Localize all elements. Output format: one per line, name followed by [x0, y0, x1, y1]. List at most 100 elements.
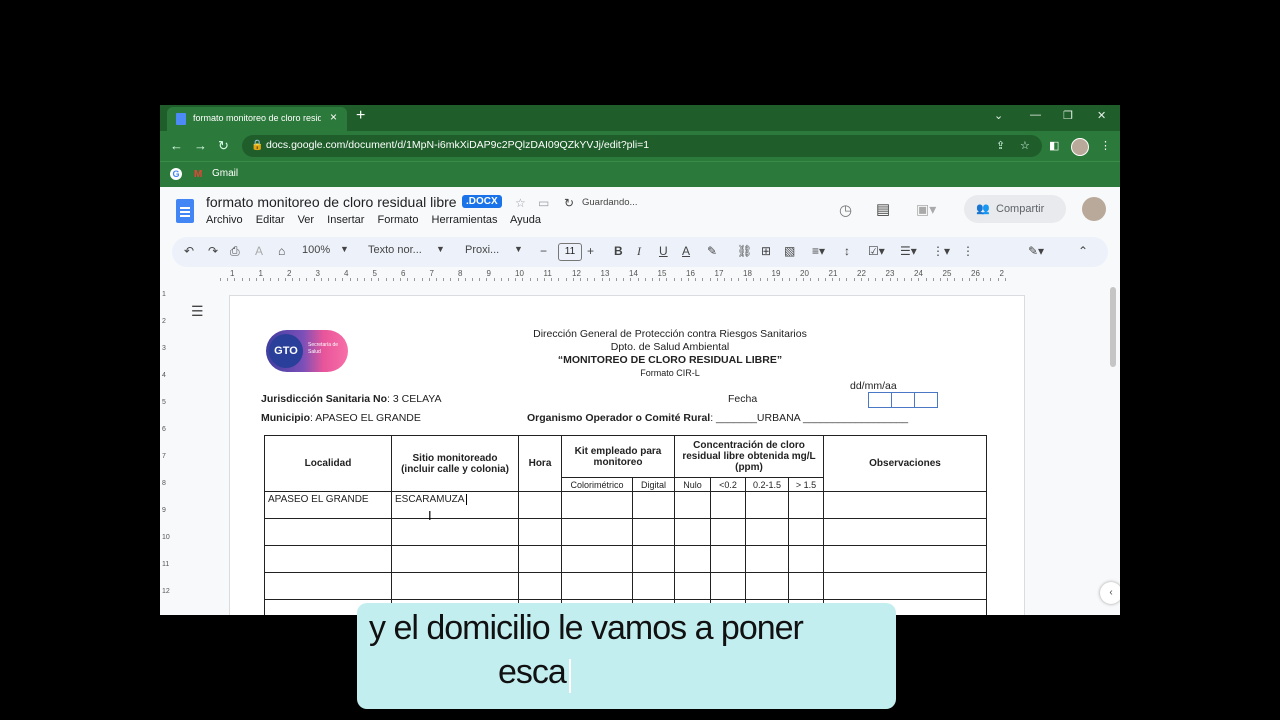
- table-cell[interactable]: [518, 491, 562, 519]
- ruler-tick: [436, 278, 437, 281]
- underline-icon[interactable]: U: [659, 244, 668, 258]
- font-select[interactable]: Proxi...: [465, 244, 499, 256]
- checklist-icon[interactable]: ☑▾: [868, 244, 885, 258]
- numbered-list-icon[interactable]: ⋮▾: [932, 244, 950, 258]
- menu-kebab-icon[interactable]: ⋮: [1100, 139, 1111, 152]
- comments-icon[interactable]: ▤: [876, 200, 890, 218]
- close-window-icon[interactable]: ✕: [1097, 109, 1106, 122]
- browser-tab[interactable]: formato monitoreo de cloro residual ×: [167, 107, 347, 131]
- italic-icon[interactable]: I: [637, 244, 641, 259]
- zoom-select[interactable]: 100%: [302, 244, 330, 256]
- star-icon[interactable]: ☆: [515, 196, 526, 210]
- bulleted-list-icon[interactable]: ☰▾: [900, 244, 917, 258]
- vruler-number: 5: [162, 399, 166, 406]
- menu-ver[interactable]: Ver: [298, 214, 315, 226]
- table-cell[interactable]: [788, 491, 824, 519]
- forward-icon[interactable]: →: [194, 138, 207, 153]
- zoom-dropdown-icon[interactable]: ▼: [340, 244, 349, 254]
- ruler-tick: [774, 278, 776, 281]
- ruler-tick: [587, 278, 589, 281]
- tab-search-icon[interactable]: ⌄: [994, 109, 1003, 122]
- docs-logo-icon[interactable]: [176, 199, 194, 223]
- table-cell[interactable]: [632, 491, 675, 519]
- increase-font-icon[interactable]: +: [587, 244, 594, 258]
- date-boxes[interactable]: [868, 392, 938, 408]
- table-row: [264, 518, 987, 546]
- reload-icon[interactable]: ↻: [218, 138, 229, 154]
- profile-avatar[interactable]: [1071, 138, 1089, 156]
- ruler-tick: [601, 278, 603, 281]
- document-title[interactable]: formato monitoreo de cloro residual libr…: [206, 194, 457, 210]
- gmail-icon[interactable]: M: [194, 169, 202, 180]
- menu-formato[interactable]: Formato: [378, 214, 419, 226]
- restore-icon[interactable]: ❐: [1063, 109, 1073, 122]
- redo-icon[interactable]: ↷: [208, 244, 218, 258]
- decrease-font-icon[interactable]: −: [540, 244, 547, 258]
- gto-logo: GTO Secretaría de Salud: [266, 330, 348, 372]
- undo-icon[interactable]: ↶: [184, 244, 194, 258]
- bookmark-star-icon[interactable]: ☆: [1020, 139, 1030, 152]
- ruler-tick: [580, 278, 581, 281]
- menu-editar[interactable]: Editar: [256, 214, 285, 226]
- insert-image-icon[interactable]: ▧: [784, 244, 795, 258]
- link-icon[interactable]: ⛓: [737, 244, 752, 258]
- google-icon[interactable]: G: [170, 168, 182, 180]
- ruler-tick: [688, 278, 689, 281]
- style-select[interactable]: Texto nor...: [368, 244, 422, 256]
- vruler-number: 10: [162, 534, 170, 541]
- highlight-icon[interactable]: ✎: [707, 244, 717, 258]
- outline-icon[interactable]: ☰: [191, 303, 204, 320]
- table-cell[interactable]: [823, 491, 987, 519]
- font-size-input[interactable]: 11: [558, 243, 582, 261]
- minimize-icon[interactable]: —: [1030, 109, 1041, 121]
- new-tab-button[interactable]: +: [356, 107, 365, 125]
- tab-close-icon[interactable]: ×: [330, 110, 337, 124]
- font-dropdown-icon[interactable]: ▼: [514, 244, 523, 254]
- add-comment-icon[interactable]: ⊞: [761, 244, 771, 258]
- share-page-icon[interactable]: ⇪: [996, 139, 1005, 152]
- ruler-tick: [925, 278, 927, 281]
- ruler-number: 2: [287, 269, 292, 278]
- ruler-tick: [788, 278, 790, 281]
- menu-ayuda[interactable]: Ayuda: [510, 214, 541, 226]
- table-cell[interactable]: [745, 491, 789, 519]
- table-cell[interactable]: [710, 491, 746, 519]
- scrollbar[interactable]: [1110, 287, 1116, 367]
- align-icon[interactable]: ≡▾: [812, 244, 825, 258]
- line-spacing-icon[interactable]: ↕: [844, 244, 850, 258]
- side-panel-icon[interactable]: ◧: [1049, 139, 1059, 152]
- menu-herramientas[interactable]: Herramientas: [432, 214, 498, 226]
- spellcheck-icon[interactable]: A: [255, 244, 263, 258]
- cell-localidad[interactable]: APASEO EL GRANDE: [264, 491, 392, 519]
- cell-sitio[interactable]: ESCARAMUZA: [391, 491, 519, 519]
- menu-archivo[interactable]: Archivo: [206, 214, 243, 226]
- more-options-icon[interactable]: ⋮: [962, 244, 974, 258]
- move-folder-icon[interactable]: ▭: [538, 196, 549, 210]
- bookmark-gmail[interactable]: Gmail: [212, 168, 238, 179]
- bold-icon[interactable]: B: [614, 244, 623, 258]
- address-bar[interactable]: 🔒 docs.google.com/document/d/1MpN-i6mkXi…: [242, 135, 1042, 157]
- ruler-tick: [839, 278, 841, 281]
- share-button[interactable]: 👥 Compartir: [964, 195, 1066, 223]
- table-cell[interactable]: [674, 491, 711, 519]
- horizontal-ruler[interactable]: 1 1 2 3 4 5 6 7 8 9 10 11 12 13 14 15 16 17 18 19 20 21 22 23 24…: [220, 269, 1030, 281]
- document-page[interactable]: GTO Secretaría de Salud Dirección Genera…: [229, 295, 1025, 615]
- editing-mode-icon[interactable]: ✎▾: [1028, 244, 1044, 258]
- ruler-tick: [637, 278, 639, 281]
- account-avatar[interactable]: [1082, 197, 1106, 221]
- ruler-number: 4: [344, 269, 349, 278]
- history-icon[interactable]: ◷: [839, 201, 852, 219]
- menu-insertar[interactable]: Insertar: [327, 214, 364, 226]
- ruler-tick: [918, 278, 920, 281]
- table-cell[interactable]: [561, 491, 633, 519]
- collapse-toolbar-icon[interactable]: ⌃: [1078, 244, 1088, 258]
- paint-format-icon[interactable]: ⌂: [278, 244, 285, 258]
- text-color-icon[interactable]: A: [682, 244, 690, 258]
- back-icon[interactable]: ←: [170, 138, 183, 153]
- side-panel-toggle-icon[interactable]: ‹: [1100, 582, 1120, 604]
- print-icon[interactable]: ⎙: [230, 244, 240, 259]
- ruler-tick: [680, 278, 682, 281]
- meet-icon[interactable]: ▣▾: [916, 201, 936, 218]
- sync-icon: ↻: [564, 196, 575, 210]
- style-dropdown-icon[interactable]: ▼: [436, 244, 445, 254]
